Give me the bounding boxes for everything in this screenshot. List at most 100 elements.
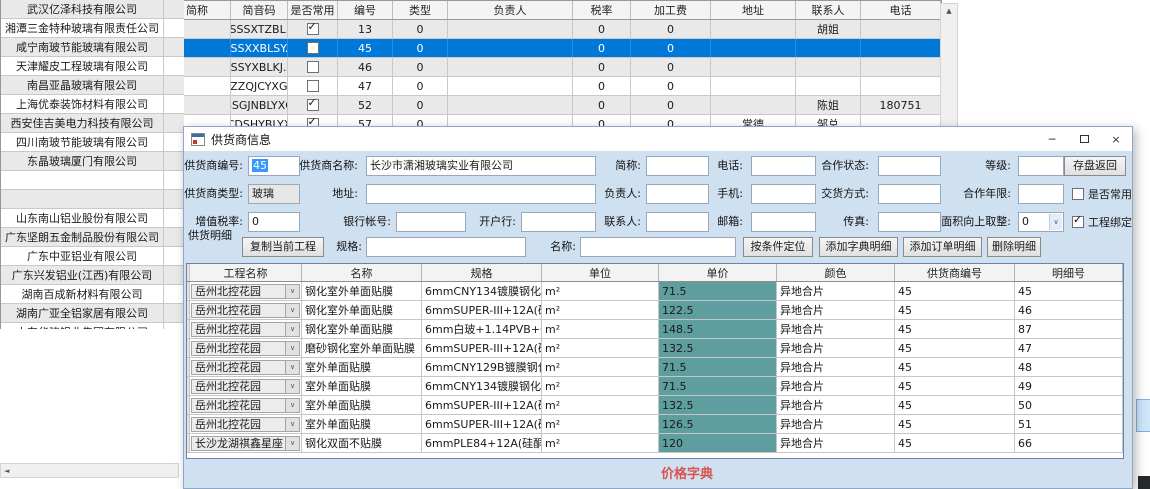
coop-years-input[interactable] (1018, 184, 1064, 204)
supplier-row[interactable]: 山东华建铝业集团有限公司 (1, 323, 184, 329)
supplier-row[interactable]: 武汉亿泽科技有限公司 (1, 0, 184, 19)
grid-cell-price[interactable]: 120 (659, 434, 777, 452)
chevron-down-icon[interactable]: ∨ (1049, 214, 1062, 230)
chevron-down-icon[interactable]: ∨ (285, 284, 300, 299)
supplier-row[interactable]: 湖南广亚全铝家居有限公司 (1, 304, 184, 323)
grid-cell-unit[interactable]: m² (542, 358, 659, 376)
grid-row[interactable]: 岳州北控花园∨室外单面贴膜6mmSUPER-III+12A(硅...m²126.… (187, 415, 1123, 434)
column-header-type[interactable]: 类型 (393, 1, 448, 19)
grid-cell-detail-id[interactable]: 48 (1015, 358, 1123, 376)
grid-cell-unit[interactable]: m² (542, 434, 659, 452)
grid-cell-unit[interactable]: m² (542, 415, 659, 433)
grid-cell-price[interactable]: 71.5 (659, 377, 777, 395)
cell-common[interactable]: ✓ (288, 96, 338, 114)
column-header-contact[interactable]: 联系人 (796, 1, 861, 19)
add-order-detail-button[interactable]: 添加订单明细 (903, 237, 982, 257)
grid-column-header-name[interactable]: 名称 (302, 264, 422, 281)
grid-cell-unit[interactable]: m² (542, 320, 659, 338)
project-combo[interactable]: 岳州北控花园 (191, 360, 285, 375)
grid-cell-project[interactable]: 岳州北控花园∨ (190, 320, 302, 338)
grid-cell-color[interactable]: 异地合片 (777, 377, 895, 395)
vat-rate-input[interactable]: 0 (248, 212, 300, 232)
grid-column-header-spec[interactable]: 规格 (422, 264, 542, 281)
column-header-tax[interactable]: 税率 (573, 1, 631, 19)
common-checkbox[interactable]: ✓ (307, 23, 319, 35)
grid-cell-supplier-id[interactable]: 45 (895, 434, 1015, 452)
grid-row[interactable]: 岳州北控花园∨钢化室外单面贴膜6mmCNY134镀膜钢化m²71.5异地合片45… (187, 282, 1123, 301)
grid-cell-spec[interactable]: 6mmSUPER-III+12A(硅... (422, 339, 542, 357)
project-combo[interactable]: 岳州北控花园 (191, 303, 285, 318)
grid-cell-name[interactable]: 钢化室外单面贴膜 (302, 320, 422, 338)
grid-cell-spec[interactable]: 6mmCNY134镀膜钢化 (422, 282, 542, 300)
grid-cell-price[interactable]: 71.5 (659, 282, 777, 300)
chevron-down-icon[interactable]: ∨ (285, 398, 300, 413)
grid-row[interactable]: 岳州北控花园∨钢化室外单面贴膜6mmSUPER-III+12A(硅...m²12… (187, 301, 1123, 320)
grid-row[interactable]: 岳州北控花园∨室外单面贴膜6mmCNY134镀膜钢化m²71.5异地合片4549 (187, 377, 1123, 396)
project-combo[interactable]: 岳州北控花园 (191, 322, 285, 337)
supplier-row[interactable]: 广东坚朗五金制品股份有限公司 (1, 228, 184, 247)
grid-column-header-detail-id[interactable]: 明细号 (1015, 264, 1123, 281)
grid-cell-spec[interactable]: 6mmSUPER-III+12A(硅... (422, 396, 542, 414)
grid-cell-unit[interactable]: m² (542, 282, 659, 300)
chevron-down-icon[interactable]: ∨ (285, 379, 300, 394)
common-checkbox[interactable] (307, 42, 319, 54)
grid-cell-unit[interactable]: m² (542, 301, 659, 319)
column-header-phone[interactable]: 电话 (861, 1, 941, 19)
column-header-common[interactable]: 是否常用 (288, 1, 338, 19)
grid-cell-spec[interactable]: 6mmSUPER-III+12A(硅... (422, 415, 542, 433)
delivery-method-input[interactable] (878, 184, 941, 204)
project-combo[interactable]: 岳州北控花园 (191, 398, 285, 413)
grid-cell-unit[interactable]: m² (542, 396, 659, 414)
minimize-button[interactable]: ─ (1036, 127, 1068, 151)
spec-filter-input[interactable] (366, 237, 526, 257)
grid-row[interactable]: 岳州北控花园∨室外单面贴膜6mmSUPER-III+12A(硅...m²132.… (187, 396, 1123, 415)
grid-cell-color[interactable]: 异地合片 (777, 358, 895, 376)
grid-cell-detail-id[interactable]: 46 (1015, 301, 1123, 319)
grid-row[interactable]: 岳州北控花园∨钢化室外单面贴膜6mm白玻+1.14PVB+6mm...m²148… (187, 320, 1123, 339)
grid-column-header-price[interactable]: 单价 (659, 264, 777, 281)
grid-cell-name[interactable]: 室外单面贴膜 (302, 396, 422, 414)
dialog-titlebar[interactable]: 供货商信息 ─ × (184, 127, 1132, 151)
common-checkbox[interactable] (307, 80, 319, 92)
grid-row[interactable]: 岳州北控花园∨室外单面贴膜6mmCNY129B镀膜钢化m²71.5异地合片454… (187, 358, 1123, 377)
grid-cell-supplier-id[interactable]: 45 (895, 339, 1015, 357)
grid-cell-project[interactable]: 岳州北控花园∨ (190, 415, 302, 433)
grid-column-header-supplier-id[interactable]: 供货商编号 (895, 264, 1015, 281)
grid-cell-detail-id[interactable]: 50 (1015, 396, 1123, 414)
grid-cell-project[interactable]: 岳州北控花园∨ (190, 301, 302, 319)
project-bind-checkbox[interactable]: ✓工程绑定 (1072, 212, 1132, 232)
supplier-row[interactable]: 东晶玻璃厦门有限公司 (1, 152, 184, 171)
grid-cell-supplier-id[interactable]: 45 (895, 282, 1015, 300)
grid-cell-spec[interactable]: 6mm白玻+1.14PVB+6mm... (422, 320, 542, 338)
close-button[interactable]: × (1100, 127, 1132, 151)
common-use-checkbox[interactable]: 是否常用 (1072, 184, 1132, 204)
coop-status-input[interactable] (878, 156, 941, 176)
grid-cell-price[interactable]: 126.5 (659, 415, 777, 433)
grid-cell-price[interactable]: 132.5 (659, 339, 777, 357)
column-header-manager[interactable]: 负责人 (448, 1, 573, 19)
grid-cell-name[interactable]: 钢化室外单面贴膜 (302, 301, 422, 319)
grid-cell-supplier-id[interactable]: 45 (895, 377, 1015, 395)
common-checkbox[interactable]: ✓ (307, 99, 319, 111)
grid-column-header-color[interactable]: 颜色 (777, 264, 895, 281)
grid-cell-price[interactable]: 71.5 (659, 358, 777, 376)
supplier-row[interactable]: 广东中亚铝业有限公司 (1, 247, 184, 266)
grid-cell-spec[interactable]: 6mmCNY134镀膜钢化 (422, 377, 542, 395)
project-combo[interactable]: 岳州北控花园 (191, 379, 285, 394)
email-input[interactable] (751, 212, 816, 232)
cell-common[interactable] (288, 77, 338, 95)
grid-column-header-unit[interactable]: 单位 (542, 264, 659, 281)
grade-input[interactable] (1018, 156, 1064, 176)
common-use-checkbox-box[interactable] (1072, 188, 1084, 200)
grid-cell-name[interactable]: 钢化双面不贴膜 (302, 434, 422, 452)
supplier-row[interactable]: 南昌亚晶玻璃有限公司 (1, 76, 184, 95)
supplier-row[interactable]: 四川南玻节能玻璃有限公司 (1, 133, 184, 152)
column-header-address[interactable]: 地址 (711, 1, 796, 19)
chevron-down-icon[interactable]: ∨ (285, 322, 300, 337)
supplier-row[interactable]: 咸宁南玻节能玻璃有限公司 (1, 38, 184, 57)
grid-cell-supplier-id[interactable]: 45 (895, 358, 1015, 376)
grid-cell-name[interactable]: 钢化室外单面贴膜 (302, 282, 422, 300)
name-filter-input[interactable] (580, 237, 736, 257)
cell-common[interactable] (288, 58, 338, 76)
scroll-up-icon[interactable]: ▲ (946, 4, 951, 18)
